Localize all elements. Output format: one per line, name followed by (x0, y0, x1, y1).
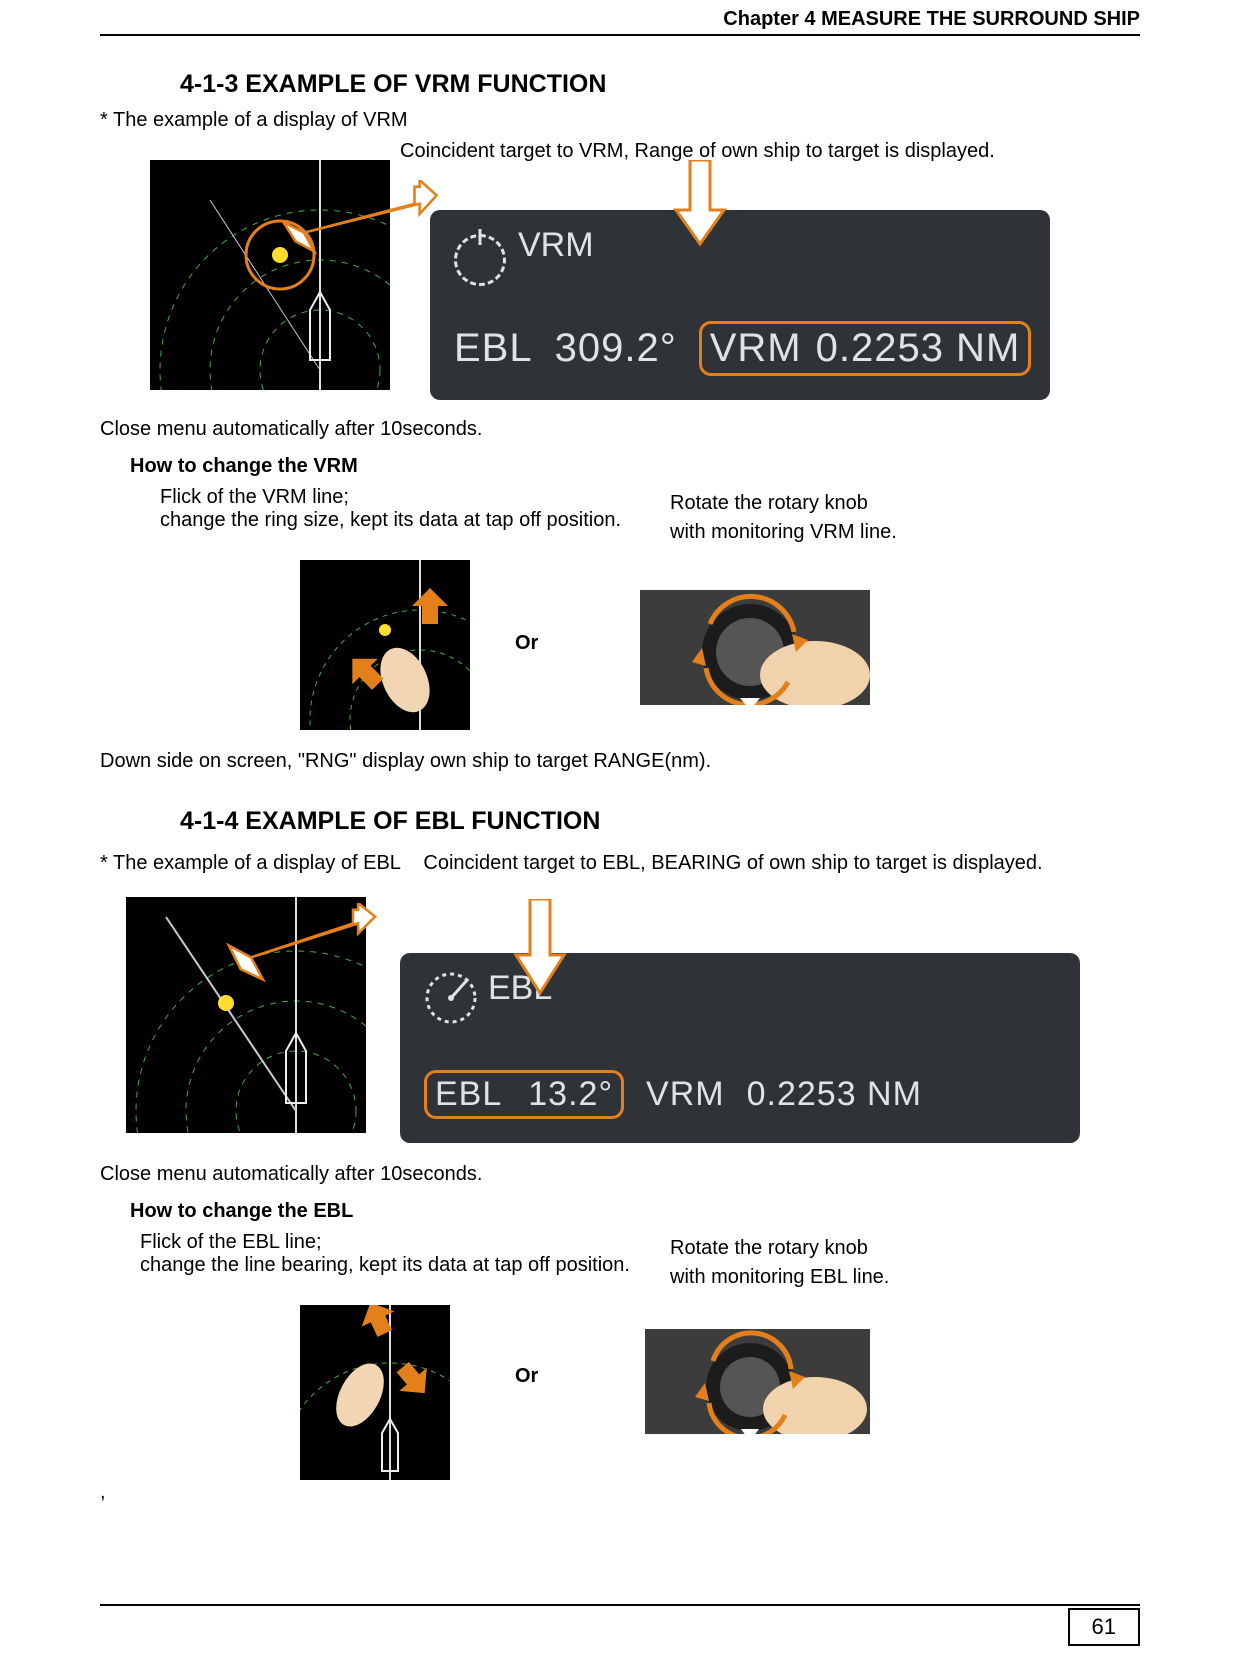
ebl-bearing-icon (424, 971, 478, 1025)
vrm-value: 0.2253 NM (816, 326, 1021, 371)
ebl-rotate-line1: Rotate the rotary knob (670, 1237, 1140, 1260)
ebl-readout-panel: EBL EBL 13.2° VRM 0.2253 NM (400, 953, 1080, 1143)
rotary-knob-ebl[interactable] (645, 1329, 870, 1434)
section-title-vrm: 4-1-3 EXAMPLE OF VRM FUNCTION (180, 70, 1140, 99)
vrm-rotate-line2: with monitoring VRM line. (670, 521, 1140, 544)
ebl-label: EBL (454, 326, 533, 371)
section-title-ebl: 4-1-4 EXAMPLE OF EBL FUNCTION (180, 807, 1140, 836)
ebl-close-note: Close menu automatically after 10seconds… (100, 1163, 1140, 1186)
vrm-ring-icon (454, 234, 506, 286)
ebl-flick-line2: change the line bearing, kept its data a… (140, 1254, 660, 1277)
ebl-label-2: EBL (435, 1075, 502, 1114)
vrm-value-2: 0.2253 NM (747, 1075, 922, 1114)
footer-rule (100, 1604, 1140, 1606)
trailing-comma: , (100, 1481, 1140, 1504)
or-label-vrm: Or (515, 632, 538, 655)
arrow-to-ebl-value-icon (510, 899, 570, 999)
vrm-flick-line1: Flick of the VRM line; (160, 486, 660, 509)
ebl-value-highlight: EBL 13.2° (424, 1070, 624, 1119)
or-label-ebl: Or (515, 1365, 538, 1388)
ebl-value: 309.2° (555, 326, 677, 371)
vrm-box-title: VRM (518, 226, 594, 265)
vrm-label-2: VRM (646, 1075, 725, 1114)
vrm-intro: * The example of a display of VRM (100, 109, 1140, 132)
vrm-label: VRM (710, 326, 802, 371)
ebl-rotate-line2: with monitoring EBL line. (670, 1266, 1140, 1289)
ebl-flick-line1: Flick of the EBL line; (140, 1231, 660, 1254)
page-header: Chapter 4 MEASURE THE SURROUND SHIP (723, 8, 1140, 31)
vrm-value-highlight: VRM 0.2253 NM (699, 321, 1032, 376)
arrow-to-target-icon (270, 180, 450, 260)
vrm-rotate-line1: Rotate the rotary knob (670, 492, 1140, 515)
ebl-value-2: 13.2° (528, 1075, 613, 1114)
vrm-readout-panel: VRM EBL 309.2° VRM 0.2253 NM (430, 210, 1050, 400)
arrow-to-ebl-line-icon (200, 903, 400, 1003)
header-rule (100, 34, 1140, 36)
page-number: 61 (1068, 1608, 1140, 1646)
rotary-knob-vrm[interactable] (640, 590, 870, 705)
arrow-to-vrm-value-icon (670, 160, 730, 250)
ebl-annotation: Coincident target to EBL, BEARING of own… (423, 852, 1042, 875)
ebl-howto-title: How to change the EBL (130, 1200, 1140, 1223)
ebl-intro: * The example of a display of EBL (100, 852, 401, 875)
vrm-howto-title: How to change the VRM (130, 455, 1140, 478)
radar-gesture-ebl (300, 1305, 450, 1480)
vrm-close-note: Close menu automatically after 10seconds… (100, 418, 1140, 441)
vrm-flick-line2: change the ring size, kept its data at t… (160, 509, 660, 532)
radar-gesture-vrm (300, 560, 470, 730)
rng-note: Down side on screen, "RNG" display own s… (100, 750, 1140, 773)
